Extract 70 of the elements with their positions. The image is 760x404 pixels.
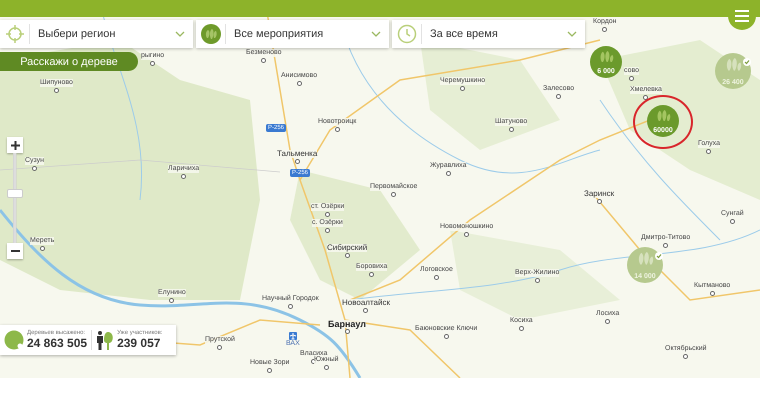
- place-dot: [534, 278, 540, 283]
- plus-icon: [10, 140, 20, 150]
- place-dot: [54, 88, 59, 93]
- place-dot: [217, 345, 222, 350]
- place-label: Новоалтайск: [342, 299, 390, 307]
- check-icon: [655, 252, 663, 260]
- place-dot: [730, 219, 735, 224]
- chevron-icon: [371, 31, 381, 37]
- place-dot: [294, 159, 300, 164]
- trees-icon: [598, 51, 614, 62]
- place-dot: [556, 94, 562, 99]
- minus-icon: [10, 250, 20, 252]
- stat-value: 24 863 505: [27, 336, 88, 350]
- chevron-icon: [175, 31, 185, 37]
- place-dot: [267, 368, 272, 373]
- place-dot: [169, 298, 174, 303]
- crosshair-icon: [5, 24, 25, 44]
- place-dot: [296, 81, 302, 86]
- place-dot: [40, 246, 45, 251]
- place-dot: [663, 243, 668, 248]
- place-dot: [446, 171, 451, 176]
- place-dot: [434, 275, 439, 280]
- place-dot: [460, 86, 466, 91]
- place-dot: [324, 228, 330, 233]
- time-dropdown[interactable]: За все время: [392, 20, 585, 48]
- place-dot: [181, 174, 186, 179]
- place-label: Заринск: [584, 190, 614, 198]
- place-dot: [629, 76, 634, 81]
- place-dot: [150, 61, 156, 66]
- place-dot: [508, 127, 514, 132]
- place-dot: [391, 192, 396, 197]
- trees-icon: [636, 252, 654, 265]
- trees-icon: [724, 58, 742, 71]
- clock-icon: [397, 24, 417, 44]
- place-dot: [32, 166, 38, 171]
- place-dot: [706, 149, 712, 154]
- check-icon: [743, 58, 751, 66]
- place-label: Тальменка: [277, 150, 318, 158]
- place-dot: [605, 319, 610, 324]
- place-dot: [518, 326, 524, 331]
- trees-icon: [201, 24, 221, 44]
- place-label: Барнаул: [328, 320, 366, 328]
- trees-icon: [655, 110, 671, 122]
- place-dot: [602, 27, 608, 32]
- region-dropdown[interactable]: Выбери регион: [0, 20, 193, 48]
- place-label: Сибирский: [327, 244, 368, 252]
- place-dot: [363, 308, 368, 313]
- place-dot: [261, 58, 266, 63]
- place-dot: [596, 199, 602, 204]
- place-dot: [288, 304, 293, 309]
- place-dot: [683, 354, 688, 359]
- place-dot: [334, 127, 340, 132]
- place-dot: [444, 334, 449, 339]
- place-dot: [464, 232, 470, 237]
- stat-value: 239 057: [117, 336, 162, 350]
- events-dropdown[interactable]: Все мероприятия: [196, 20, 389, 48]
- place-dot: [344, 253, 350, 258]
- zoom-out-button[interactable]: [7, 243, 23, 259]
- place-dot: [710, 291, 715, 296]
- place-dot: [643, 95, 648, 100]
- place-dot: [369, 272, 374, 277]
- story-button[interactable]: Расскажи о дереве: [0, 52, 138, 71]
- place-dot: [325, 212, 330, 217]
- person-tree-icon: [96, 330, 114, 350]
- chevron-icon: [567, 31, 577, 37]
- zoom-in-button[interactable]: [7, 137, 23, 153]
- zoom-handle[interactable]: [7, 189, 23, 198]
- tree-icon: [4, 330, 24, 350]
- place-dot: [344, 329, 350, 334]
- place-dot: [324, 365, 329, 370]
